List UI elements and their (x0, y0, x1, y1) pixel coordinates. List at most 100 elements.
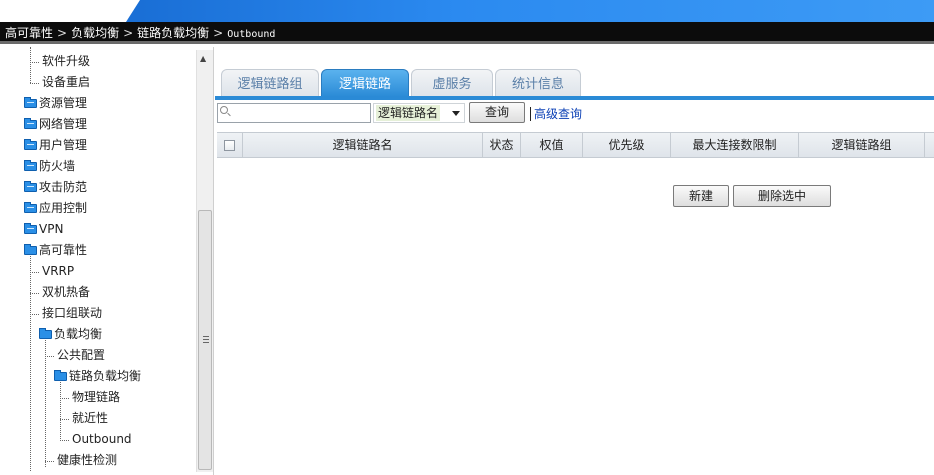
search-field-selected: 逻辑链路名 (376, 105, 441, 121)
tab-logical-link-group[interactable]: 逻辑链路组 (221, 69, 319, 97)
content-panel: 逻辑链路组 逻辑链路 虚服务 统计信息 逻辑链路名 查询 高级查询 逻辑链路名 … (215, 47, 934, 475)
tree-item-software-upgrade[interactable]: 软件升级 (42, 51, 90, 72)
folder-icon (24, 118, 37, 129)
tree-item-physical-link[interactable]: 物理链路 (72, 387, 120, 408)
column-header-link-group[interactable]: 逻辑链路组 (799, 133, 925, 158)
tree-item-label: Outbound (72, 432, 132, 446)
navigation-tree: 软件升级 设备重启 资源管理 网络管理 用户管理 防火墙 攻击防范 应用控制 V… (0, 47, 214, 475)
tree-branch (30, 62, 39, 63)
breadcrumb-item-2[interactable]: 负载均衡 (71, 26, 119, 40)
tree-branch (30, 314, 39, 315)
tree-item-firewall[interactable]: 防火墙 (24, 156, 75, 177)
tree-branch (60, 398, 69, 399)
breadcrumb-item-1[interactable]: 高可靠性 (5, 26, 53, 40)
tab-bar: 逻辑链路组 逻辑链路 虚服务 统计信息 (215, 69, 934, 97)
tree-branch (45, 461, 54, 462)
tree-item-high-availability[interactable]: 高可靠性 (24, 240, 87, 261)
banner-graphic (126, 0, 934, 22)
tree-item-label: 物理链路 (72, 390, 121, 404)
tree-item-vrrp[interactable]: VRRP (42, 261, 74, 282)
tree-item-hot-standby[interactable]: 双机热备 (42, 282, 90, 303)
select-all-cell (217, 133, 243, 158)
tree-item-label: 就近性 (72, 411, 109, 425)
tree-branch (60, 419, 69, 420)
column-header-priority[interactable]: 优先级 (583, 133, 671, 158)
tree-branch (45, 356, 54, 357)
tree-item-label: 双机热备 (42, 285, 91, 299)
search-input[interactable] (217, 103, 371, 123)
column-header-status[interactable]: 状态 (483, 133, 521, 158)
folder-open-icon (39, 328, 52, 339)
tree-item-label: VRRP (42, 264, 75, 278)
tree-item-common-config[interactable]: 公共配置 (57, 345, 105, 366)
tree-item-label: 接口组联动 (42, 306, 103, 320)
tree-item-label: 公共配置 (57, 348, 106, 362)
tree-item-proximity[interactable]: 就近性 (72, 408, 108, 429)
tree-scrollbar[interactable]: ▲ (196, 50, 213, 472)
scroll-up-arrow-icon[interactable]: ▲ (200, 54, 206, 63)
search-icon (220, 106, 228, 114)
tree-item-label: 设备重启 (42, 75, 91, 89)
select-all-checkbox[interactable] (224, 140, 235, 151)
column-header-max-connections[interactable]: 最大连接数限制 (671, 133, 799, 158)
scrollbar-thumb[interactable] (198, 210, 212, 470)
tree-item-attack-defense[interactable]: 攻击防范 (24, 177, 87, 198)
advanced-query-link[interactable]: 高级查询 (534, 105, 582, 122)
column-header-weight[interactable]: 权值 (521, 133, 583, 158)
tree-item-label: 防火墙 (39, 159, 76, 173)
tree-item-device-restart[interactable]: 设备重启 (42, 72, 90, 93)
tree-item-label: 链路负载均衡 (69, 369, 142, 383)
folder-open-icon (24, 244, 37, 255)
tree-item-load-balancing[interactable]: 负载均衡 (39, 324, 102, 345)
tree-branch (30, 272, 39, 273)
tree-item-network-management[interactable]: 网络管理 (24, 114, 87, 135)
tree-item-link-load-balancing[interactable]: 链路负载均衡 (54, 366, 141, 387)
tree-guide-line (30, 47, 31, 83)
breadcrumb-separator: > (57, 26, 68, 40)
folder-open-icon (54, 370, 67, 381)
breadcrumb: 高可靠性 > 负载均衡 > 链路负载均衡 > Outbound (0, 22, 934, 44)
tree-item-resource-management[interactable]: 资源管理 (24, 93, 87, 114)
table-header: 逻辑链路名 状态 权值 优先级 最大连接数限制 逻辑链路组 (217, 132, 934, 158)
breadcrumb-separator: > (123, 26, 134, 40)
query-button[interactable]: 查询 (469, 102, 525, 123)
top-banner (0, 0, 934, 22)
tab-logical-link[interactable]: 逻辑链路 (321, 69, 409, 97)
tree-item-health-check[interactable]: 健康性检测 (57, 450, 117, 471)
tree-item-label: 负载均衡 (54, 327, 103, 341)
folder-icon (24, 97, 37, 108)
folder-icon (24, 202, 37, 213)
chevron-down-icon (452, 111, 460, 116)
new-button[interactable]: 新建 (673, 185, 729, 207)
folder-icon (24, 223, 37, 234)
tree-item-vpn[interactable]: VPN (24, 219, 63, 240)
tree-item-label: 健康性检测 (57, 453, 118, 467)
tree-item-outbound[interactable]: Outbound (72, 429, 132, 450)
tree-item-label: 网络管理 (39, 117, 88, 131)
breadcrumb-separator: > (213, 26, 224, 40)
tab-statistics[interactable]: 统计信息 (495, 69, 581, 97)
delete-selected-button[interactable]: 删除选中 (733, 185, 831, 207)
tree-item-application-control[interactable]: 应用控制 (24, 198, 87, 219)
folder-icon (24, 160, 37, 171)
tree-guide-line (30, 251, 31, 471)
tab-virtual-service[interactable]: 虚服务 (411, 69, 493, 97)
breadcrumb-item-current: Outbound (227, 29, 276, 40)
search-field-select[interactable]: 逻辑链路名 (373, 103, 465, 123)
breadcrumb-item-3[interactable]: 链路负载均衡 (137, 26, 209, 40)
tree-item-user-management[interactable]: 用户管理 (24, 135, 87, 156)
folder-icon (24, 181, 37, 192)
tree-item-interface-group-linkage[interactable]: 接口组联动 (42, 303, 102, 324)
column-header-name[interactable]: 逻辑链路名 (243, 133, 483, 158)
tree-branch (60, 440, 69, 441)
divider (530, 107, 531, 121)
tree-item-label: 高可靠性 (39, 243, 88, 257)
tree-item-label: 用户管理 (39, 138, 88, 152)
tree-item-label: 应用控制 (39, 201, 88, 215)
grip-icon (203, 336, 209, 343)
search-bar: 逻辑链路名 查询 高级查询 (217, 102, 934, 124)
folder-icon (24, 139, 37, 150)
tree-branch (30, 293, 39, 294)
tree-guide-line (45, 335, 46, 467)
tree-item-label: VPN (39, 222, 64, 236)
